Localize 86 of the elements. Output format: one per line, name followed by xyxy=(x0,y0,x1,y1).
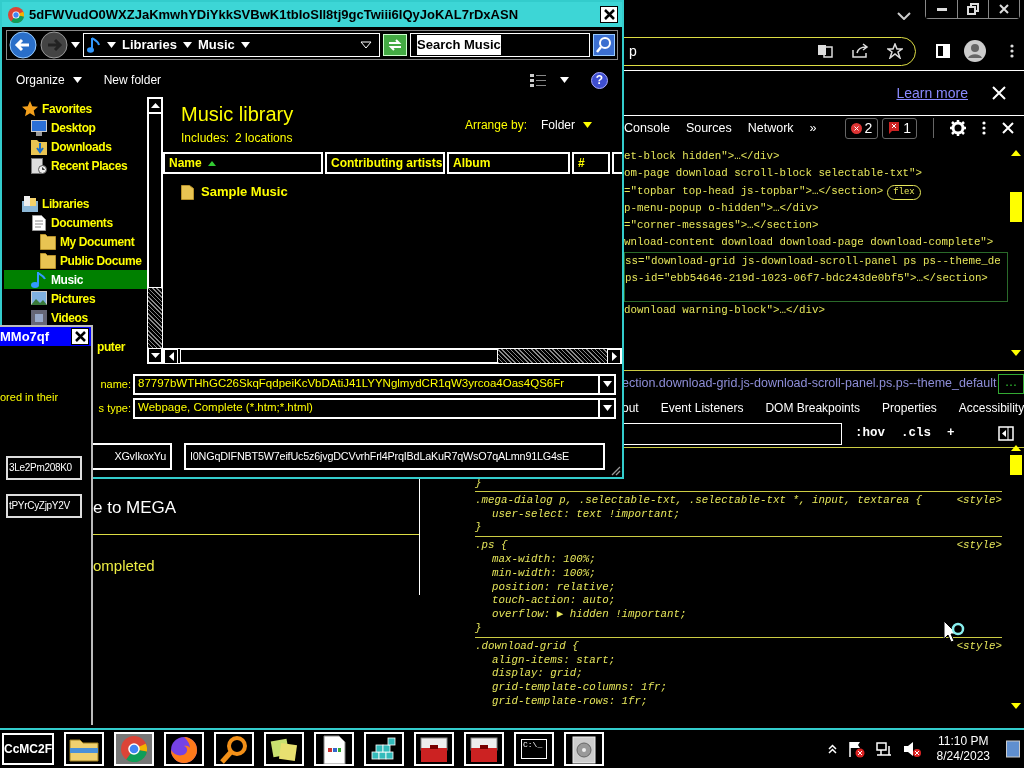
arrange-label: Arrange by: xyxy=(464,117,527,134)
css-declaration[interactable]: display: grid; xyxy=(492,667,583,680)
style-source-link[interactable]: <style> xyxy=(956,493,1002,508)
dom-node-line[interactable]: ss="download-grid js-download-scroll-panel ps ps--theme_de xyxy=(625,254,1001,267)
taskbar-button[interactable]: CcMC2F xyxy=(2,733,54,765)
sidebar-tab[interactable]: Accessibility xyxy=(958,399,1024,417)
text-field[interactable]: 3Le2Pm208K0 xyxy=(6,455,82,480)
toolbar-button[interactable]: Organize xyxy=(16,71,82,89)
css-declaration[interactable]: user-select: text !important; xyxy=(492,507,680,520)
clock[interactable]: 11:10 PM 8/24/2023 xyxy=(936,734,990,764)
locations-link[interactable]: 2 locations xyxy=(235,129,293,147)
style-source-link[interactable]: <style> xyxy=(956,639,1002,654)
nav-item[interactable]: Pictures xyxy=(4,289,147,308)
dialog-text: ored in their xyxy=(0,391,59,403)
page-heading: e to MEGA xyxy=(93,497,177,520)
sidebar-tab[interactable]: DOM Breakpoints xyxy=(765,399,861,417)
nav-item[interactable]: Desktop xyxy=(4,118,147,137)
breadcrumb-item[interactable]: Music xyxy=(197,35,235,55)
text-field[interactable]: tPYrCyZjpY2V xyxy=(6,493,82,518)
error-count-badge[interactable]: 2 xyxy=(844,117,879,139)
dom-breadcrumb[interactable]: ection.download-grid.js-download-scroll-panel.ps.ps--theme_default xyxy=(622,374,997,393)
more-button[interactable]: … xyxy=(998,373,1024,394)
nav-item[interactable]: Music xyxy=(4,270,147,289)
sidebar-tab[interactable]: Properties xyxy=(882,399,937,417)
css-declaration[interactable]: grid-template-rows: 1fr; xyxy=(492,694,648,707)
address-bar[interactable]: Libraries Music xyxy=(83,33,380,57)
nav-item[interactable]: Libraries xyxy=(4,194,147,213)
breadcrumb-item[interactable]: Libraries xyxy=(122,35,177,55)
dom-node-line[interactable]: ="corner-messages">…</section> xyxy=(624,219,819,232)
css-selector[interactable]: .mega-dialog p, .selectable-txt, .selectable-txt *, input, textarea { xyxy=(475,493,923,508)
css-declaration[interactable]: position: relative; xyxy=(492,580,616,593)
nav-item[interactable]: Downloads xyxy=(4,137,147,156)
folder-item[interactable]: Sample Music xyxy=(163,177,622,207)
library-title: Music library xyxy=(181,103,294,125)
column-header[interactable]: # xyxy=(572,152,610,174)
issue-count-badge[interactable]: 1 xyxy=(882,117,918,139)
nav-item[interactable]: Documents xyxy=(4,213,147,232)
nav-item[interactable]: My Document xyxy=(4,232,147,251)
window-title: 5dFWVudO0WXZJaKmwhYDiYkkSVBwK1tbIoSIl8tj9gcTwiii6IQyJoKAL7rDxASN xyxy=(29,5,520,24)
css-selector[interactable]: .ps { xyxy=(475,539,508,553)
css-declaration[interactable]: max-width: 100%; xyxy=(492,553,596,565)
filter-toggle-button[interactable]: :hov xyxy=(852,424,888,443)
field-label: name: xyxy=(100,377,131,390)
file-type-dropdown[interactable]: Webpage, Complete (*.htm;*.html) xyxy=(133,397,616,419)
column-header[interactable]: Contributing artists xyxy=(325,152,445,174)
dom-node-line[interactable]: om-page download scroll-block selectable-txt"> xyxy=(624,167,923,180)
status-text: ompleted xyxy=(93,557,155,574)
more-tabs-button[interactable]: » xyxy=(809,118,817,138)
sidebar-tab[interactable]: Event Listeners xyxy=(660,399,744,417)
nav-item[interactable]: Recent Places xyxy=(4,156,147,175)
learn-more-link[interactable]: Learn more xyxy=(896,82,968,104)
css-declaration[interactable]: grid-template-columns: 1fr; xyxy=(492,681,667,694)
file-name-field[interactable]: 87797bWTHhGC26SkqFqdpeiKcVbDAtiJ41LYYNglmydCR1qW3yrcoa4Oas4QS6Fr xyxy=(133,373,616,395)
filter-toggle-button[interactable]: .cls xyxy=(898,424,935,443)
dom-node-line[interactable]: wnload-content download download-page download-complete"> xyxy=(624,236,994,249)
arrange-dropdown[interactable]: Folder xyxy=(541,116,592,134)
toolbar-button[interactable]: New folder xyxy=(103,71,162,89)
nav-item[interactable]: Public Docume xyxy=(4,251,147,270)
dom-node-line[interactable]: et-block hidden">…</div> xyxy=(624,150,780,162)
css-selector[interactable]: .download-grid { xyxy=(475,639,579,654)
devtools-tab[interactable]: Console xyxy=(624,118,670,138)
help-button[interactable]: ? xyxy=(591,71,608,89)
devtools-tab[interactable]: Network xyxy=(747,118,794,138)
column-header[interactable]: Album xyxy=(447,152,570,174)
text-field[interactable]: I0NGqDIFNBT5W7eifUc5z6jvgDCVvrhFrl4PrqIBdLaKuR7qWsO7qALmn91LG4sE xyxy=(184,443,605,470)
dom-node-line[interactable]: ="topbar top-head js-topbar">…</section> xyxy=(624,184,884,197)
dom-node-line[interactable]: p-menu-popup o-hidden">…</div> xyxy=(624,201,819,214)
includes-label: Includes: xyxy=(181,130,230,147)
style-source-link[interactable]: <style> xyxy=(956,539,1002,553)
window-title: MMo7qf xyxy=(0,327,50,346)
nav-item[interactable]: Favorites xyxy=(4,99,147,118)
dom-node-line[interactable]: ps-id="ebb54646-219d-1023-06f7-bdc243de0bf5">…</section> xyxy=(625,272,988,285)
nav-item[interactable]: Videos xyxy=(4,308,147,327)
css-declaration[interactable]: touch-action: auto; xyxy=(492,594,616,607)
filter-toggle-button[interactable]: + xyxy=(944,424,958,443)
devtools-tab[interactable]: Sources xyxy=(685,118,732,138)
closing-brace: } xyxy=(475,621,482,634)
taskbar-button[interactable]: C:\_ xyxy=(514,732,554,766)
css-declaration[interactable]: align-items: start; xyxy=(492,653,616,666)
column-header[interactable]: Name xyxy=(163,152,323,174)
css-declaration[interactable]: overflow: ▶ hidden !important; xyxy=(492,608,687,621)
closing-brace: } xyxy=(475,521,482,534)
search-field[interactable]: Search Music xyxy=(410,33,590,57)
css-declaration[interactable]: min-width: 100%; xyxy=(492,566,596,579)
dom-node-line[interactable]: download warning-block">…</div> xyxy=(624,304,825,317)
field-label: s type: xyxy=(98,401,131,414)
